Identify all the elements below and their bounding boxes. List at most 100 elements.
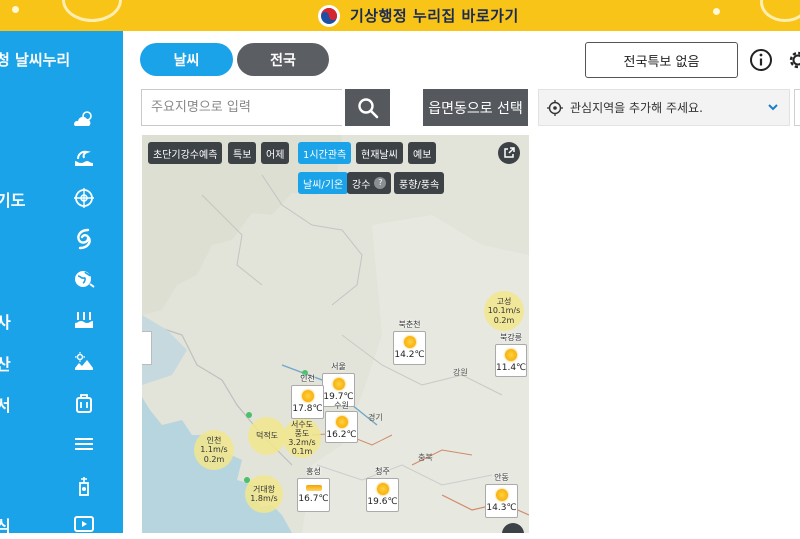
sidebar-item-typhoon[interactable] (0, 224, 123, 254)
sidebar-item-world[interactable] (0, 264, 123, 294)
bubble-name: 인천 (207, 436, 222, 445)
bubble-wave: 0.1m (292, 447, 313, 456)
gear-icon[interactable] (786, 48, 800, 72)
bubble-name: 거대항 (253, 485, 275, 494)
sun-cloud-icon (72, 107, 96, 131)
map-background (142, 135, 529, 533)
region-label: 충북 (418, 452, 433, 463)
sidebar-item-marine[interactable] (0, 143, 123, 173)
admin-site-link[interactable]: 기상행정 누리집 바로가기 (318, 3, 519, 28)
map-tab-forecast[interactable]: 예보 (408, 142, 436, 164)
interest-area-select[interactable]: 관심지역을 추가해 주세요. (538, 89, 790, 126)
station-name: 북강릉 (496, 332, 526, 343)
sidebar: 청 날씨누리 기도 사 산 (0, 31, 123, 533)
banner-text: 기상행정 누리집 바로가기 (350, 5, 519, 26)
brand-title[interactable]: 청 날씨누리 (0, 49, 70, 70)
map-tab-nowcast[interactable]: 초단기강수예측 (148, 142, 222, 164)
bubble-wave: 0.2m (494, 316, 515, 325)
sidebar-item-data[interactable] (0, 429, 123, 459)
sidebar-item-label: 사 (0, 309, 11, 333)
station-card[interactable]: 인천 17.8℃ (291, 385, 324, 419)
station-card[interactable]: 홍성 16.7℃ (297, 478, 330, 512)
sidebar-item-label: 산 (0, 351, 11, 375)
station-temp: 19.6℃ (367, 497, 398, 507)
sunny-icon (404, 336, 416, 348)
help-icon[interactable]: ? (374, 177, 386, 189)
cloudy-icon (306, 485, 322, 491)
sidebar-item-label: 식 (0, 513, 11, 537)
sidebar-item-knowledge[interactable]: 식 (0, 509, 123, 539)
info-icon[interactable] (749, 48, 773, 72)
nationwide-warning-button[interactable]: 전국특보 없음 (585, 42, 738, 78)
search-button[interactable] (345, 89, 390, 126)
mountain-sun-icon (72, 350, 96, 374)
weather-map[interactable]: 초단기강수예측 특보 어제 1시간관측 현재날씨 예보 날씨/기온 강수? 풍향… (142, 135, 529, 533)
interest-placeholder: 관심지역을 추가해 주세요. (570, 99, 703, 116)
subtab-label: 강수 (352, 176, 370, 191)
sidebar-item-agriculture[interactable] (0, 471, 123, 501)
bubble-name: 덕적도 (256, 431, 278, 440)
station-name: 서울 (323, 361, 354, 372)
station-temp: 11.4℃ (496, 363, 526, 373)
globe-icon (72, 267, 96, 291)
station-temp: 16.2℃ (326, 430, 357, 440)
tab-weather[interactable]: 날씨 (140, 43, 233, 76)
bubble-wave: 0.2m (204, 455, 225, 464)
station-temp: 14.3℃ (486, 503, 517, 513)
region-label: 강원 (453, 367, 468, 378)
bubble-wind: 1.8m/s (250, 494, 277, 503)
wind-bubble[interactable]: 고성 10.1m/s 0.2m (484, 291, 524, 331)
wind-bubble[interactable]: 서수도 풍도 3.2m/s 0.1m (283, 418, 321, 458)
sidebar-item-weather[interactable] (0, 104, 123, 134)
wind-bubble[interactable]: 덕적도 (248, 417, 286, 455)
menu-lines-icon (72, 432, 96, 456)
wave-icon (72, 146, 96, 170)
external-link-icon[interactable] (498, 142, 520, 164)
sunny-icon (336, 416, 348, 428)
map-collapse-handle[interactable] (142, 331, 152, 365)
bubble-name: 고성 (497, 297, 512, 306)
map-tab-yesterday[interactable]: 어제 (261, 142, 289, 164)
station-temp: 14.2℃ (394, 350, 425, 360)
station-name: 안동 (486, 472, 517, 483)
station-card[interactable]: 청주 19.6℃ (366, 478, 399, 512)
sunny-icon (302, 390, 314, 402)
sidebar-item-label: 서 (0, 392, 11, 416)
station-card[interactable]: 북춘천 14.2℃ (393, 331, 426, 365)
map-tab-warning[interactable]: 특보 (228, 142, 256, 164)
search-input[interactable] (141, 89, 342, 126)
wind-bubble[interactable]: 인천 1.1m/s 0.2m (194, 430, 234, 470)
station-card[interactable]: 북강릉 11.4℃ (495, 344, 527, 377)
crosshair-icon (547, 100, 563, 116)
taeguk-logo-icon (318, 5, 340, 27)
station-name: 인천 (292, 373, 323, 384)
sidebar-item-travel[interactable]: 서 (0, 388, 123, 418)
sunny-icon (496, 489, 508, 501)
tab-nationwide[interactable]: 전국 (237, 43, 329, 76)
station-name: 청주 (367, 466, 398, 477)
station-temp: 17.8℃ (292, 404, 323, 414)
video-icon (72, 512, 96, 536)
sidebar-item-industry[interactable]: 산 (0, 347, 123, 377)
bubble-name: 서수도 (291, 420, 313, 429)
chevron-down-icon (767, 101, 779, 113)
station-name: 북춘천 (394, 319, 425, 330)
map-subtab-wind[interactable]: 풍향/풍속 (394, 172, 444, 194)
bubble-wind: 3.2m/s (288, 438, 315, 447)
sidebar-item-label: 기도 (0, 187, 25, 211)
map-tab-hourly-obs[interactable]: 1시간관측 (298, 142, 351, 164)
map-subtab-weather-temp[interactable]: 날씨/기온 (298, 172, 348, 194)
wind-bubble[interactable]: 거대항 1.8m/s (245, 475, 283, 513)
station-card[interactable]: 수원 16.2℃ (325, 411, 358, 443)
banner-decoration (760, 0, 800, 22)
region-label: 경기 (368, 412, 383, 423)
sunny-icon (377, 483, 389, 495)
station-name: 홍성 (298, 466, 329, 477)
map-subtab-precip[interactable]: 강수? (347, 172, 391, 194)
region-select-button[interactable]: 읍면동으로 선택 (423, 89, 528, 126)
map-tab-current[interactable]: 현재날씨 (356, 142, 403, 164)
sidebar-item-disaster[interactable]: 사 (0, 305, 123, 335)
station-card[interactable]: 안동 14.3℃ (485, 484, 518, 518)
station-temp: 16.7℃ (298, 494, 329, 504)
sidebar-item-weather-map[interactable]: 기도 (0, 183, 123, 213)
